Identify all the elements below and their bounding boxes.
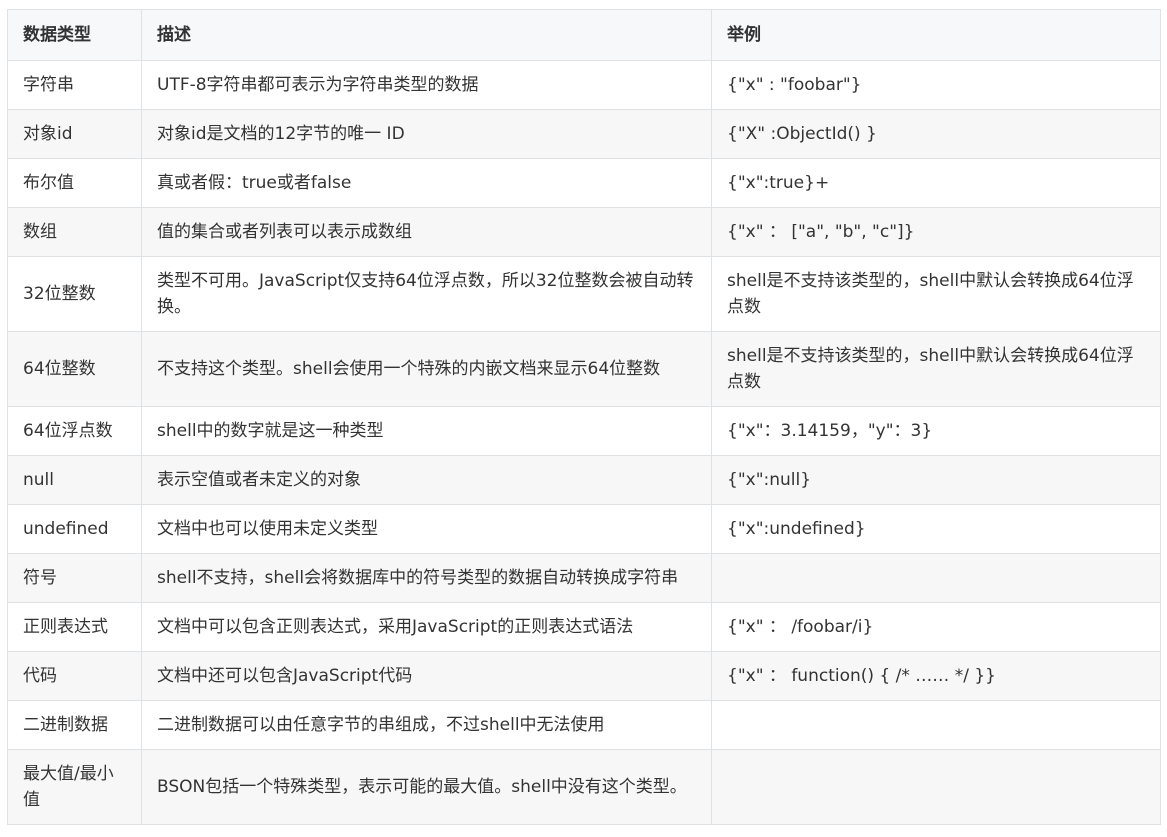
description-cell: UTF-8字符串都可表示为字符串类型的数据 xyxy=(141,60,712,110)
type-cell: 64位整数 xyxy=(7,331,142,407)
table-row: 64位浮点数 shell中的数字就是这一种类型 {"x"：3.14159，"y"… xyxy=(7,406,1161,456)
data-types-table: 数据类型 描述 举例 字符串 UTF-8字符串都可表示为字符串类型的数据 {"x… xyxy=(7,9,1161,825)
type-cell: 符号 xyxy=(7,553,142,603)
example-cell: {"x"：3.14159，"y"：3} xyxy=(711,406,1161,456)
type-cell: 二进制数据 xyxy=(7,700,142,750)
type-cell: 最大值/最小值 xyxy=(7,749,142,825)
table-header: 数据类型 描述 举例 xyxy=(7,9,1161,61)
type-cell: 布尔值 xyxy=(7,158,142,208)
table-row: 数组 值的集合或者列表可以表示成数组 {"x" ： ["a", "b", "c"… xyxy=(7,207,1161,257)
type-cell: undefined xyxy=(7,504,142,554)
description-cell: 真或者假：true或者false xyxy=(141,158,712,208)
type-cell: 数组 xyxy=(7,207,142,257)
type-cell: null xyxy=(7,455,142,505)
table-row: 符号 shell不支持，shell会将数据库中的符号类型的数据自动转换成字符串 xyxy=(7,553,1161,603)
description-cell: shell不支持，shell会将数据库中的符号类型的数据自动转换成字符串 xyxy=(141,553,712,603)
description-cell: 二进制数据可以由任意字节的串组成，不过shell中无法使用 xyxy=(141,700,712,750)
description-cell: 文档中还可以包含JavaScript代码 xyxy=(141,651,712,701)
type-cell: 对象id xyxy=(7,109,142,159)
header-type: 数据类型 xyxy=(7,9,142,61)
type-cell: 64位浮点数 xyxy=(7,406,142,456)
example-cell xyxy=(711,553,1161,603)
table-row: undefined 文档中也可以使用未定义类型 {"x":undefined} xyxy=(7,504,1161,554)
example-cell: {"x" ： ["a", "b", "c"]} xyxy=(711,207,1161,257)
type-cell: 字符串 xyxy=(7,60,142,110)
description-cell: 类型不可用。JavaScript仅支持64位浮点数，所以32位整数会被自动转换。 xyxy=(141,256,712,332)
description-cell: 文档中可以包含正则表达式，采用JavaScript的正则表达式语法 xyxy=(141,602,712,652)
table-row: 对象id 对象id是文档的12字节的唯一 ID {"X" :ObjectId()… xyxy=(7,109,1161,159)
table-row: 32位整数 类型不可用。JavaScript仅支持64位浮点数，所以32位整数会… xyxy=(7,256,1161,332)
example-cell: {"x":true}+ xyxy=(711,158,1161,208)
description-cell: 文档中也可以使用未定义类型 xyxy=(141,504,712,554)
table-row: 代码 文档中还可以包含JavaScript代码 {"x" ： function(… xyxy=(7,651,1161,701)
example-cell: {"x" ： function() { /* …… */ }} xyxy=(711,651,1161,701)
type-cell: 正则表达式 xyxy=(7,602,142,652)
type-cell: 32位整数 xyxy=(7,256,142,332)
table-row: 正则表达式 文档中可以包含正则表达式，采用JavaScript的正则表达式语法 … xyxy=(7,602,1161,652)
example-cell: {"x" ： /foobar/i} xyxy=(711,602,1161,652)
description-cell: 不支持这个类型。shell会使用一个特殊的内嵌文档来显示64位整数 xyxy=(141,331,712,407)
description-cell: BSON包括一个特殊类型，表示可能的最大值。shell中没有这个类型。 xyxy=(141,749,712,825)
example-cell: shell是不支持该类型的，shell中默认会转换成64位浮点数 xyxy=(711,256,1161,332)
table-row: 最大值/最小值 BSON包括一个特殊类型，表示可能的最大值。shell中没有这个… xyxy=(7,749,1161,825)
example-cell: {"x" : "foobar"} xyxy=(711,60,1161,110)
header-example: 举例 xyxy=(711,9,1161,61)
example-cell: {"X" :ObjectId() } xyxy=(711,109,1161,159)
example-cell: {"x":null} xyxy=(711,455,1161,505)
example-cell xyxy=(711,700,1161,750)
header-row: 数据类型 描述 举例 xyxy=(7,9,1161,61)
table-body: 字符串 UTF-8字符串都可表示为字符串类型的数据 {"x" : "foobar… xyxy=(7,60,1161,825)
table-row: null 表示空值或者未定义的对象 {"x":null} xyxy=(7,455,1161,505)
table-row: 二进制数据 二进制数据可以由任意字节的串组成，不过shell中无法使用 xyxy=(7,700,1161,750)
header-description: 描述 xyxy=(141,9,712,61)
table-row: 布尔值 真或者假：true或者false {"x":true}+ xyxy=(7,158,1161,208)
description-cell: 表示空值或者未定义的对象 xyxy=(141,455,712,505)
example-cell: shell是不支持该类型的，shell中默认会转换成64位浮点数 xyxy=(711,331,1161,407)
example-cell: {"x":undefined} xyxy=(711,504,1161,554)
example-cell xyxy=(711,749,1161,825)
table-row: 字符串 UTF-8字符串都可表示为字符串类型的数据 {"x" : "foobar… xyxy=(7,60,1161,110)
description-cell: shell中的数字就是这一种类型 xyxy=(141,406,712,456)
description-cell: 对象id是文档的12字节的唯一 ID xyxy=(141,109,712,159)
type-cell: 代码 xyxy=(7,651,142,701)
description-cell: 值的集合或者列表可以表示成数组 xyxy=(141,207,712,257)
table-row: 64位整数 不支持这个类型。shell会使用一个特殊的内嵌文档来显示64位整数 … xyxy=(7,331,1161,407)
